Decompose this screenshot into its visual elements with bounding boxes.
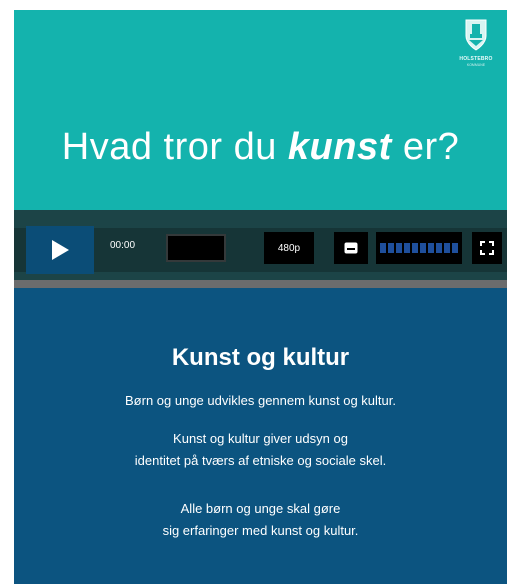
video-headline: Hvad tror du kunst er? [14, 126, 507, 169]
play-icon [52, 240, 69, 260]
logo-subtitle: KOMMUNE [466, 63, 486, 67]
player-controls: 00:00 480p [14, 210, 507, 280]
volume-segment [420, 243, 426, 253]
paragraph-3-line-2: sig erfaringer med kunst og kultur. [162, 523, 359, 538]
play-button[interactable] [26, 226, 94, 274]
volume-segment [412, 243, 418, 253]
volume-segment [388, 243, 394, 253]
captions-button[interactable] [334, 232, 368, 264]
headline-emphasis: kunst [287, 126, 392, 168]
volume-slider[interactable] [376, 232, 462, 264]
video-area[interactable]: HOLSTEBRO KOMMUNE Hvad tror du kunst er? [14, 10, 507, 210]
holstebro-logo: HOLSTEBRO KOMMUNE [455, 18, 497, 98]
fullscreen-icon [480, 241, 494, 255]
volume-segment [396, 243, 402, 253]
progress-bar[interactable] [166, 234, 226, 262]
paragraph-2-line-2: identitet på tværs af etniske og sociale… [134, 453, 387, 468]
volume-segment [380, 243, 386, 253]
fullscreen-button[interactable] [472, 232, 502, 264]
volume-segment [444, 243, 450, 253]
headline-post: er? [391, 126, 460, 168]
volume-segment [452, 243, 458, 253]
info-paragraph-3: Alle børn og unge skal gøre sig erfaring… [14, 498, 507, 542]
captions-icon [344, 242, 358, 254]
volume-segment [436, 243, 442, 253]
divider-strip [14, 280, 507, 288]
volume-segment [404, 243, 410, 253]
headline-pre: Hvad tror du [61, 126, 288, 168]
info-paragraph-2: Kunst og kultur giver udsyn og identitet… [14, 428, 507, 472]
info-paragraph-1: Børn og unge udvikles gennem kunst og ku… [125, 393, 396, 408]
holstebro-crest-icon [465, 19, 487, 51]
info-title: Kunst og kultur [171, 344, 350, 371]
volume-segment [428, 243, 434, 253]
paragraph-2-line-1: Kunst og kultur giver udsyn og [173, 431, 348, 446]
info-panel: Kunst og kultur Børn og unge udvikles ge… [14, 288, 507, 584]
paragraph-3-line-1: Alle børn og unge skal gøre [180, 501, 341, 516]
control-bar: 00:00 480p [14, 226, 507, 274]
time-display: 00:00 [110, 240, 136, 251]
quality-button[interactable]: 480p [264, 232, 314, 264]
logo-name: HOLSTEBRO [459, 56, 493, 62]
